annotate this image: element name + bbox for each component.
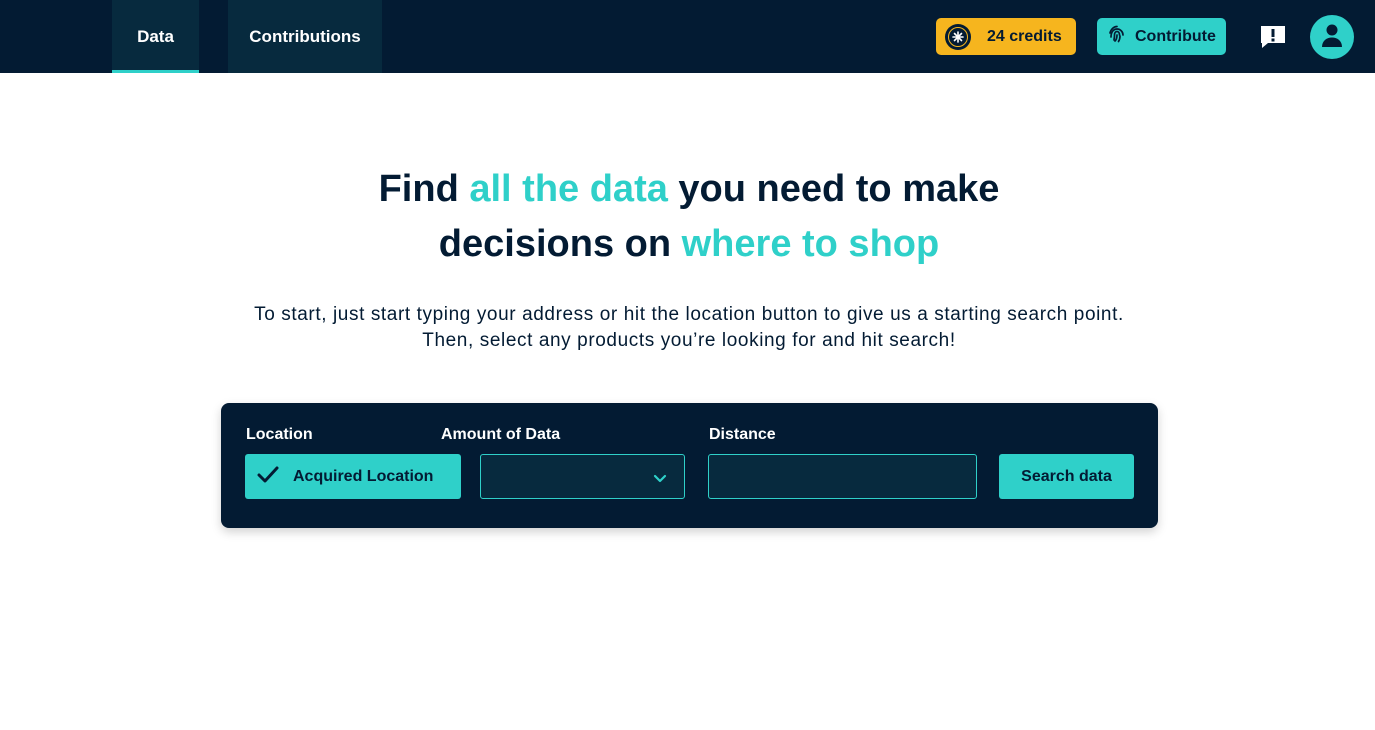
distance-input[interactable]	[708, 454, 977, 499]
credits-label: 24 credits	[987, 27, 1062, 45]
subtext-line: Then, select any products you’re looking…	[422, 330, 956, 351]
acquired-location-label: Acquired Location	[293, 467, 434, 485]
headline-accent: all the data	[469, 168, 668, 210]
user-avatar[interactable]	[1310, 15, 1354, 59]
search-panel: Location Amount of Data Distance Acquire…	[221, 403, 1158, 528]
search-data-button[interactable]: Search data	[999, 454, 1134, 499]
location-label: Location	[246, 426, 313, 443]
amount-of-data-select[interactable]	[480, 454, 685, 499]
checkmark-icon	[257, 466, 279, 488]
hero-subtext: To start, just start typing your address…	[0, 302, 1375, 354]
headline-text: you need to make	[667, 168, 1000, 210]
tab-data[interactable]: Data	[112, 0, 199, 73]
acquired-location-button[interactable]: Acquired Location	[245, 454, 461, 499]
coin-icon	[945, 23, 971, 50]
contribute-button[interactable]: Contribute	[1097, 18, 1226, 55]
tab-contributions[interactable]: Contributions	[228, 0, 382, 73]
credits-button[interactable]: 24 credits	[936, 18, 1076, 55]
fingerprint-icon	[1107, 24, 1127, 49]
subtext-line: To start, just start typing your address…	[254, 304, 1124, 325]
feedback-icon[interactable]	[1259, 24, 1287, 50]
chevron-down-icon	[653, 471, 667, 489]
top-navigation-bar: Data Contributions 24 credits Contribute	[0, 0, 1375, 73]
distance-label: Distance	[709, 426, 776, 443]
amount-of-data-label: Amount of Data	[441, 426, 561, 443]
headline-accent: where to shop	[681, 223, 940, 265]
headline-text: decisions on	[438, 223, 682, 265]
user-icon	[1320, 22, 1344, 53]
tab-contributions-label: Contributions	[249, 26, 361, 46]
headline-text: Find	[378, 168, 470, 210]
contribute-label: Contribute	[1135, 27, 1216, 45]
search-data-label: Search data	[1021, 467, 1112, 485]
hero-headline: Find all the data you need to make decis…	[0, 162, 1375, 272]
tab-data-label: Data	[137, 26, 174, 46]
